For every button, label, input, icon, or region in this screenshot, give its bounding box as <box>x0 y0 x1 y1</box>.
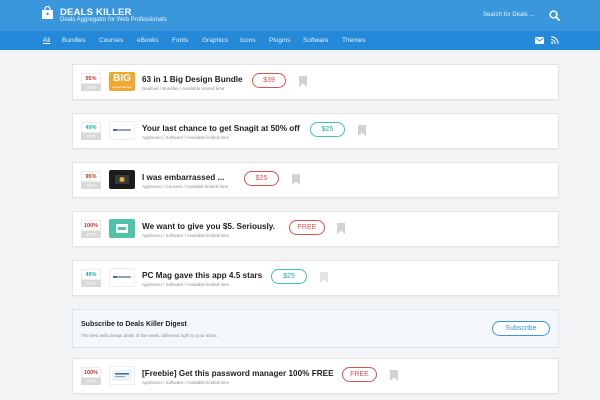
discount-percent: 95% <box>81 171 101 182</box>
discount-off-label: OFF <box>81 280 101 287</box>
deal-thumbnail[interactable] <box>109 366 135 385</box>
bookmark-icon[interactable] <box>358 125 366 136</box>
rss-icon[interactable] <box>551 36 559 44</box>
discount-badge: 49% OFF <box>81 269 101 287</box>
deal-title[interactable]: I was embarrassed ... <box>142 173 224 182</box>
price-button[interactable]: $25 <box>271 269 307 284</box>
nav-item-all[interactable]: All <box>43 37 50 44</box>
price-button[interactable]: FREE <box>289 220 325 235</box>
discount-badge: 95% OFF <box>81 73 101 91</box>
deal-title[interactable]: 63 in 1 Big Design Bundle <box>142 75 243 84</box>
subscribe-title: Subscribe to Deals Killer Digest <box>81 321 187 328</box>
deal-card[interactable]: 95% OFF BIG Design Bundle 63 in 1 Big De… <box>72 64 559 100</box>
subscribe-button[interactable]: Subscribe <box>492 321 550 336</box>
deal-card[interactable]: 49% OFF PC Mag gave this app 4.5 stars A… <box>72 260 559 296</box>
discount-badge: 95% OFF <box>81 171 101 189</box>
nav-item-graphics[interactable]: Graphics <box>202 37 228 44</box>
discount-badge: 49% OFF <box>81 122 101 140</box>
deal-title[interactable]: We want to give you $5. Seriously. <box>142 222 275 231</box>
deal-title[interactable]: PC Mag gave this app 4.5 stars <box>142 271 262 280</box>
deal-meta: Dealfuel / Bundles / Available limited t… <box>142 86 225 91</box>
deal-card[interactable]: 49% OFF Your last chance to get Snagit a… <box>72 113 559 149</box>
deal-card[interactable]: 95% OFF I was embarrassed ... AppSumo / … <box>72 162 559 198</box>
brand-tagline: Deals Aggregator for Web Professionals <box>60 17 167 23</box>
nav-item-themes[interactable]: Themes <box>342 37 365 44</box>
discount-off-label: OFF <box>81 133 101 140</box>
deal-thumbnail[interactable] <box>109 170 135 189</box>
discount-percent: 100% <box>81 220 101 231</box>
bookmark-icon[interactable] <box>292 174 300 185</box>
search-input[interactable]: Search for Deals ... <box>483 12 534 18</box>
site-header: DEALS KILLER Deals Aggregator for Web Pr… <box>0 0 600 31</box>
bookmark-icon[interactable] <box>320 272 328 283</box>
nav-item-software[interactable]: Software <box>303 37 329 44</box>
discount-badge: 100% OFF <box>81 367 101 385</box>
deal-title[interactable]: [Freebie] Get this password manager 100%… <box>142 369 334 378</box>
nav-item-plugins[interactable]: Plugins <box>269 37 290 44</box>
deal-card[interactable]: 100% OFF We want to give you $5. Serious… <box>72 211 559 247</box>
price-button[interactable]: $39 <box>252 73 286 88</box>
category-nav: All Bundles Courses eBooks Fonts Graphic… <box>0 31 600 50</box>
discount-percent: 100% <box>81 367 101 378</box>
bookmark-icon[interactable] <box>337 223 345 234</box>
thumbnail-subtext: Design Bundle <box>112 85 132 89</box>
deal-thumbnail[interactable] <box>109 219 135 238</box>
discount-percent: 49% <box>81 122 101 133</box>
nav-item-icons[interactable]: Icons <box>240 37 256 44</box>
discount-off-label: OFF <box>81 378 101 385</box>
discount-off-label: OFF <box>81 84 101 91</box>
discount-percent: 49% <box>81 269 101 280</box>
subscribe-panel: Subscribe to Deals Killer Digest The bes… <box>72 309 559 348</box>
nav-item-fonts[interactable]: Fonts <box>172 37 188 44</box>
deal-thumbnail[interactable]: BIG Design Bundle <box>109 72 135 91</box>
discount-badge: 100% OFF <box>81 220 101 238</box>
discount-off-label: OFF <box>81 231 101 238</box>
search-icon[interactable] <box>549 10 560 21</box>
discount-percent: 95% <box>81 73 101 84</box>
deal-title[interactable]: Your last chance to get Snagit at 50% of… <box>142 124 300 133</box>
price-button[interactable]: FREE <box>342 367 377 382</box>
bookmark-icon[interactable] <box>390 370 398 381</box>
nav-item-bundles[interactable]: Bundles <box>62 37 86 44</box>
deal-meta: AppSumo / Software / Available limited t… <box>142 380 229 385</box>
price-button[interactable]: $25 <box>244 171 279 186</box>
bookmark-icon[interactable] <box>299 76 307 87</box>
discount-off-label: OFF <box>81 182 101 189</box>
nav-item-ebooks[interactable]: eBooks <box>137 37 159 44</box>
deal-card[interactable]: 100% OFF [Freebie] Get this password man… <box>72 358 559 394</box>
deal-thumbnail[interactable] <box>109 121 135 140</box>
subscribe-description: The best web design deals of the week, d… <box>81 333 218 338</box>
deal-meta: AppSumo / Software / Available limited t… <box>142 135 229 140</box>
deal-meta: AppSumo / Software / Available limited t… <box>142 282 229 287</box>
deal-meta: AppSumo / Software / Available limited t… <box>142 233 229 238</box>
price-button[interactable]: $25 <box>310 122 345 137</box>
thumbnail-text: BIG <box>113 73 131 84</box>
shopping-bag-icon[interactable] <box>41 6 54 20</box>
deal-meta: AppSumo / Courses / Available limited ti… <box>142 184 228 189</box>
deal-thumbnail[interactable] <box>109 268 135 287</box>
mail-icon[interactable] <box>535 37 544 44</box>
nav-item-courses[interactable]: Courses <box>99 37 123 44</box>
